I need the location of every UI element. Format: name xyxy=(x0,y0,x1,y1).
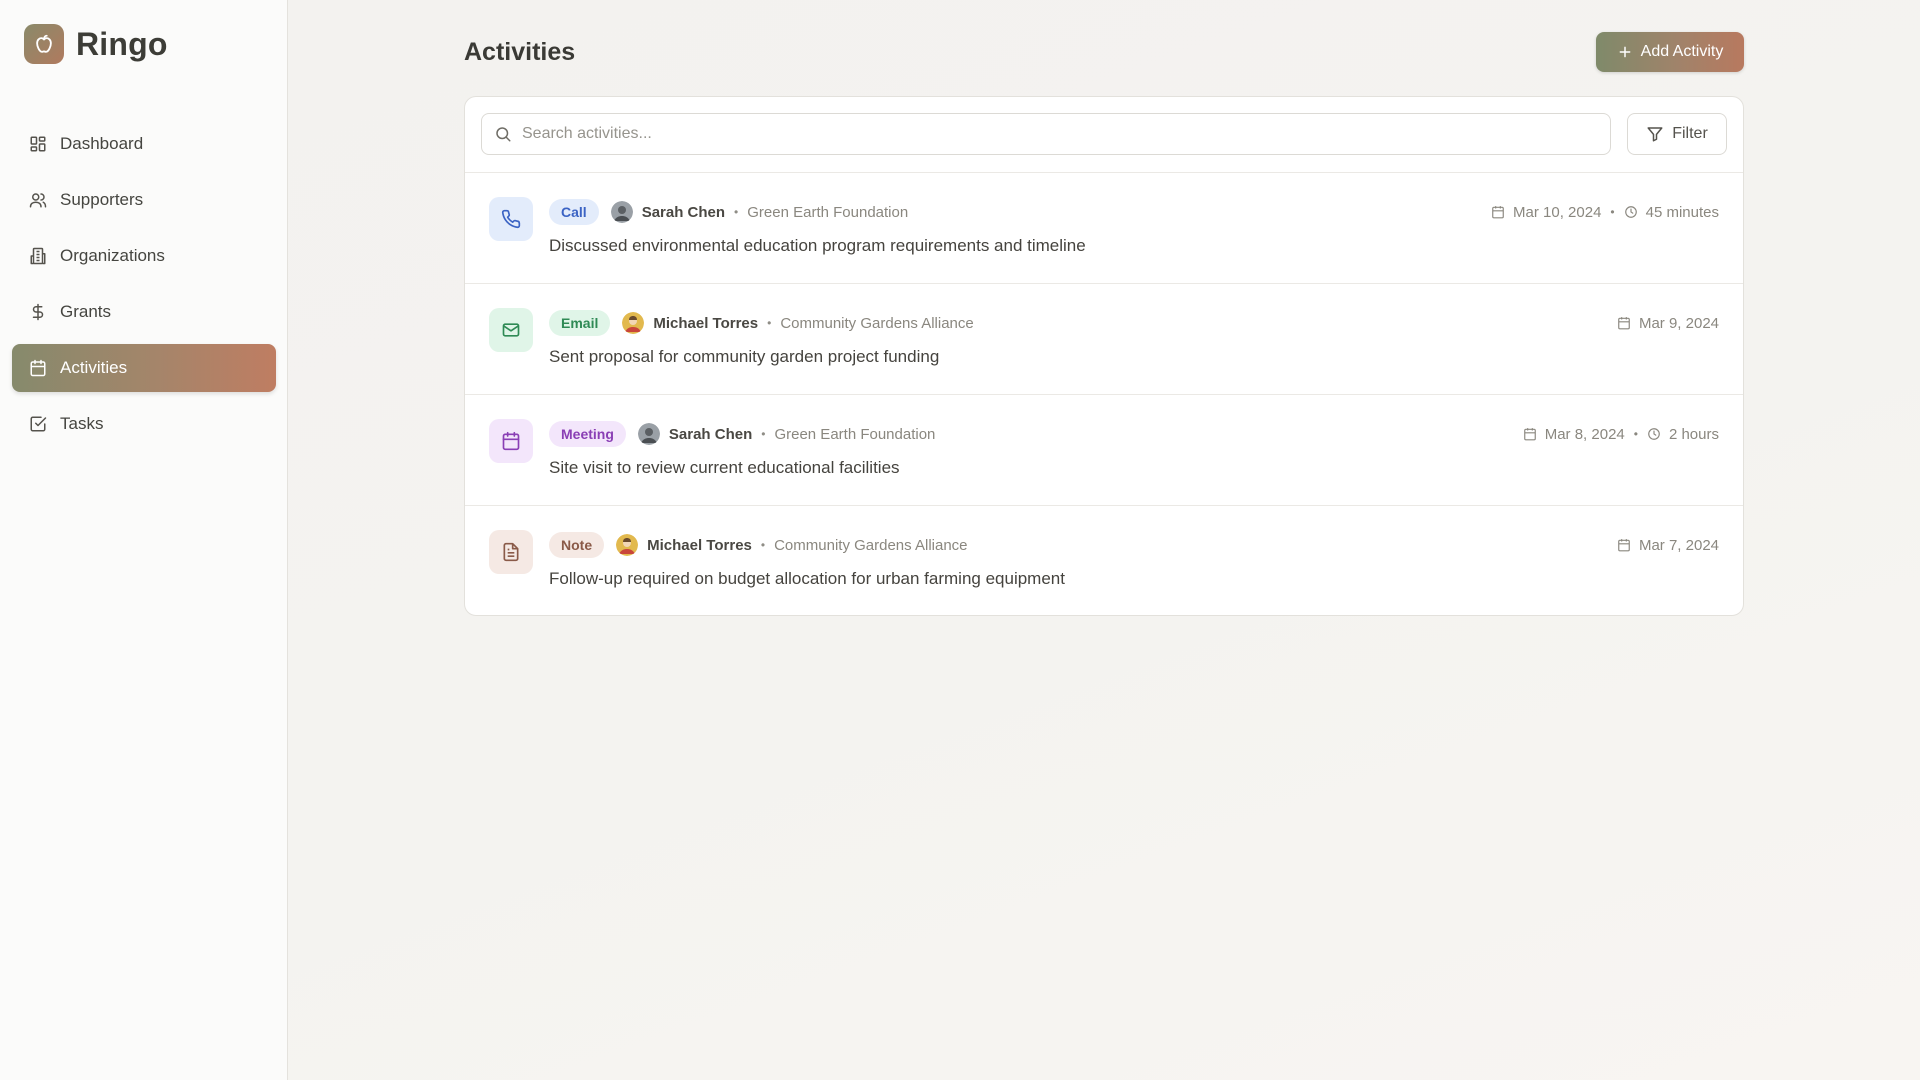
activity-description: Sent proposal for community garden proje… xyxy=(549,347,940,366)
sidebar-nav: Dashboard Supporters Organizations Grant… xyxy=(12,120,276,456)
search-icon xyxy=(494,125,512,143)
separator-dot: • xyxy=(1610,205,1615,219)
activity-date: Mar 8, 2024 xyxy=(1544,425,1625,443)
clock-icon xyxy=(1647,427,1661,441)
organization-name[interactable]: Community Gardens Alliance xyxy=(780,315,973,332)
sidebar-item-label: Supporters xyxy=(60,190,144,209)
separator-dot: • xyxy=(767,316,772,330)
brand[interactable]: Ringo xyxy=(24,24,168,64)
activity-type-badge: Note xyxy=(549,532,605,558)
activity-header: Meeting Sarah Chen • Green Earth Foundat… xyxy=(549,421,935,447)
add-activity-label: Add Activity xyxy=(1640,43,1724,60)
avatar xyxy=(616,534,639,556)
dollar-icon xyxy=(28,302,48,322)
activity-row[interactable]: Meeting Sarah Chen • Green Earth Foundat… xyxy=(465,395,1743,506)
sidebar-item-grants[interactable]: Grants xyxy=(12,288,276,336)
checkbox-icon xyxy=(28,414,48,434)
activity-header: Call Sarah Chen • Green Earth Foundation xyxy=(549,199,908,225)
filter-label: Filter xyxy=(1672,125,1708,142)
calendar-icon xyxy=(1491,205,1505,219)
activity-meta: Mar 8, 2024 • 2 hours xyxy=(1523,423,1719,445)
supporter-name[interactable]: Sarah Chen xyxy=(669,426,752,443)
calendar-icon xyxy=(1523,427,1537,441)
activity-type-badge: Email xyxy=(549,310,611,336)
filter-button[interactable]: Filter xyxy=(1627,113,1727,155)
calendar-icon xyxy=(1617,538,1631,552)
clock-icon xyxy=(1624,205,1638,219)
add-activity-button[interactable]: Add Activity xyxy=(1596,32,1744,72)
users-icon xyxy=(28,190,48,210)
sidebar-item-label: Dashboard xyxy=(60,134,144,153)
separator-dot: • xyxy=(761,427,766,441)
activity-description: Site visit to review current educational… xyxy=(549,458,900,477)
page-title: Activities xyxy=(464,38,576,66)
avatar xyxy=(622,312,645,334)
organization-name[interactable]: Community Gardens Alliance xyxy=(774,537,967,554)
filter-icon xyxy=(1646,125,1664,143)
sidebar-item-activities[interactable]: Activities xyxy=(12,344,276,392)
activity-date: Mar 10, 2024 xyxy=(1513,203,1602,221)
phone-icon xyxy=(489,197,533,241)
activity-date: Mar 7, 2024 xyxy=(1638,536,1719,554)
dashboard-icon xyxy=(28,134,48,154)
calendar-icon xyxy=(1617,316,1631,330)
activity-row[interactable]: Email Michael Torres • Community Gardens… xyxy=(465,284,1743,395)
sidebar-item-tasks[interactable]: Tasks xyxy=(12,400,276,448)
sidebar-item-label: Tasks xyxy=(60,414,104,433)
search-box[interactable] xyxy=(481,113,1611,155)
calendar-icon xyxy=(28,358,48,378)
activity-type-badge: Call xyxy=(549,199,599,225)
activity-header: Note Michael Torres • Community Gardens … xyxy=(549,532,968,558)
activity-duration: 45 minutes xyxy=(1645,203,1719,221)
separator-dot: • xyxy=(734,205,739,219)
activity-date: Mar 9, 2024 xyxy=(1638,314,1719,332)
app-name: Ringo xyxy=(76,25,168,62)
activities-card: Filter Call Sarah Chen • Green Earth Fou… xyxy=(464,96,1744,616)
mail-icon xyxy=(489,308,533,352)
building-icon xyxy=(28,246,48,266)
apple-logo-icon xyxy=(24,24,64,64)
separator-dot: • xyxy=(1633,427,1638,441)
document-icon xyxy=(489,530,533,574)
avatar xyxy=(610,201,633,223)
supporter-name[interactable]: Michael Torres xyxy=(647,537,752,554)
sidebar-item-dashboard[interactable]: Dashboard xyxy=(12,120,276,168)
activity-description: Discussed environmental education progra… xyxy=(549,236,1086,255)
activity-type-badge: Meeting xyxy=(549,421,626,447)
activity-row[interactable]: Note Michael Torres • Community Gardens … xyxy=(465,506,1743,615)
activity-description: Follow-up required on budget allocation … xyxy=(549,569,1065,588)
plus-icon xyxy=(1617,44,1633,60)
separator-dot: • xyxy=(760,538,766,552)
sidebar-item-label: Grants xyxy=(60,302,112,321)
activity-duration: 2 hours xyxy=(1668,425,1719,443)
sidebar: Ringo Dashboard Supporters Organizations… xyxy=(0,0,288,1080)
search-input[interactable] xyxy=(522,125,1582,143)
organization-name[interactable]: Green Earth Foundation xyxy=(747,204,908,221)
sidebar-item-organizations[interactable]: Organizations xyxy=(12,232,276,280)
supporter-name[interactable]: Sarah Chen xyxy=(642,204,725,221)
organization-name[interactable]: Green Earth Foundation xyxy=(774,426,935,443)
supporter-name[interactable]: Michael Torres xyxy=(653,315,758,332)
activity-row[interactable]: Call Sarah Chen • Green Earth Foundation… xyxy=(465,173,1743,284)
activity-header: Email Michael Torres • Community Gardens… xyxy=(549,310,974,336)
toolbar: Filter xyxy=(465,97,1743,173)
sidebar-item-supporters[interactable]: Supporters xyxy=(12,176,276,224)
sidebar-item-label: Activities xyxy=(60,358,128,377)
calendar-icon xyxy=(489,419,533,463)
activity-meta: Mar 9, 2024 xyxy=(1617,312,1719,334)
activity-meta: Mar 10, 2024 • 45 minutes xyxy=(1491,201,1719,223)
avatar xyxy=(637,423,660,445)
activity-meta: Mar 7, 2024 xyxy=(1617,534,1719,556)
sidebar-item-label: Organizations xyxy=(60,246,165,265)
